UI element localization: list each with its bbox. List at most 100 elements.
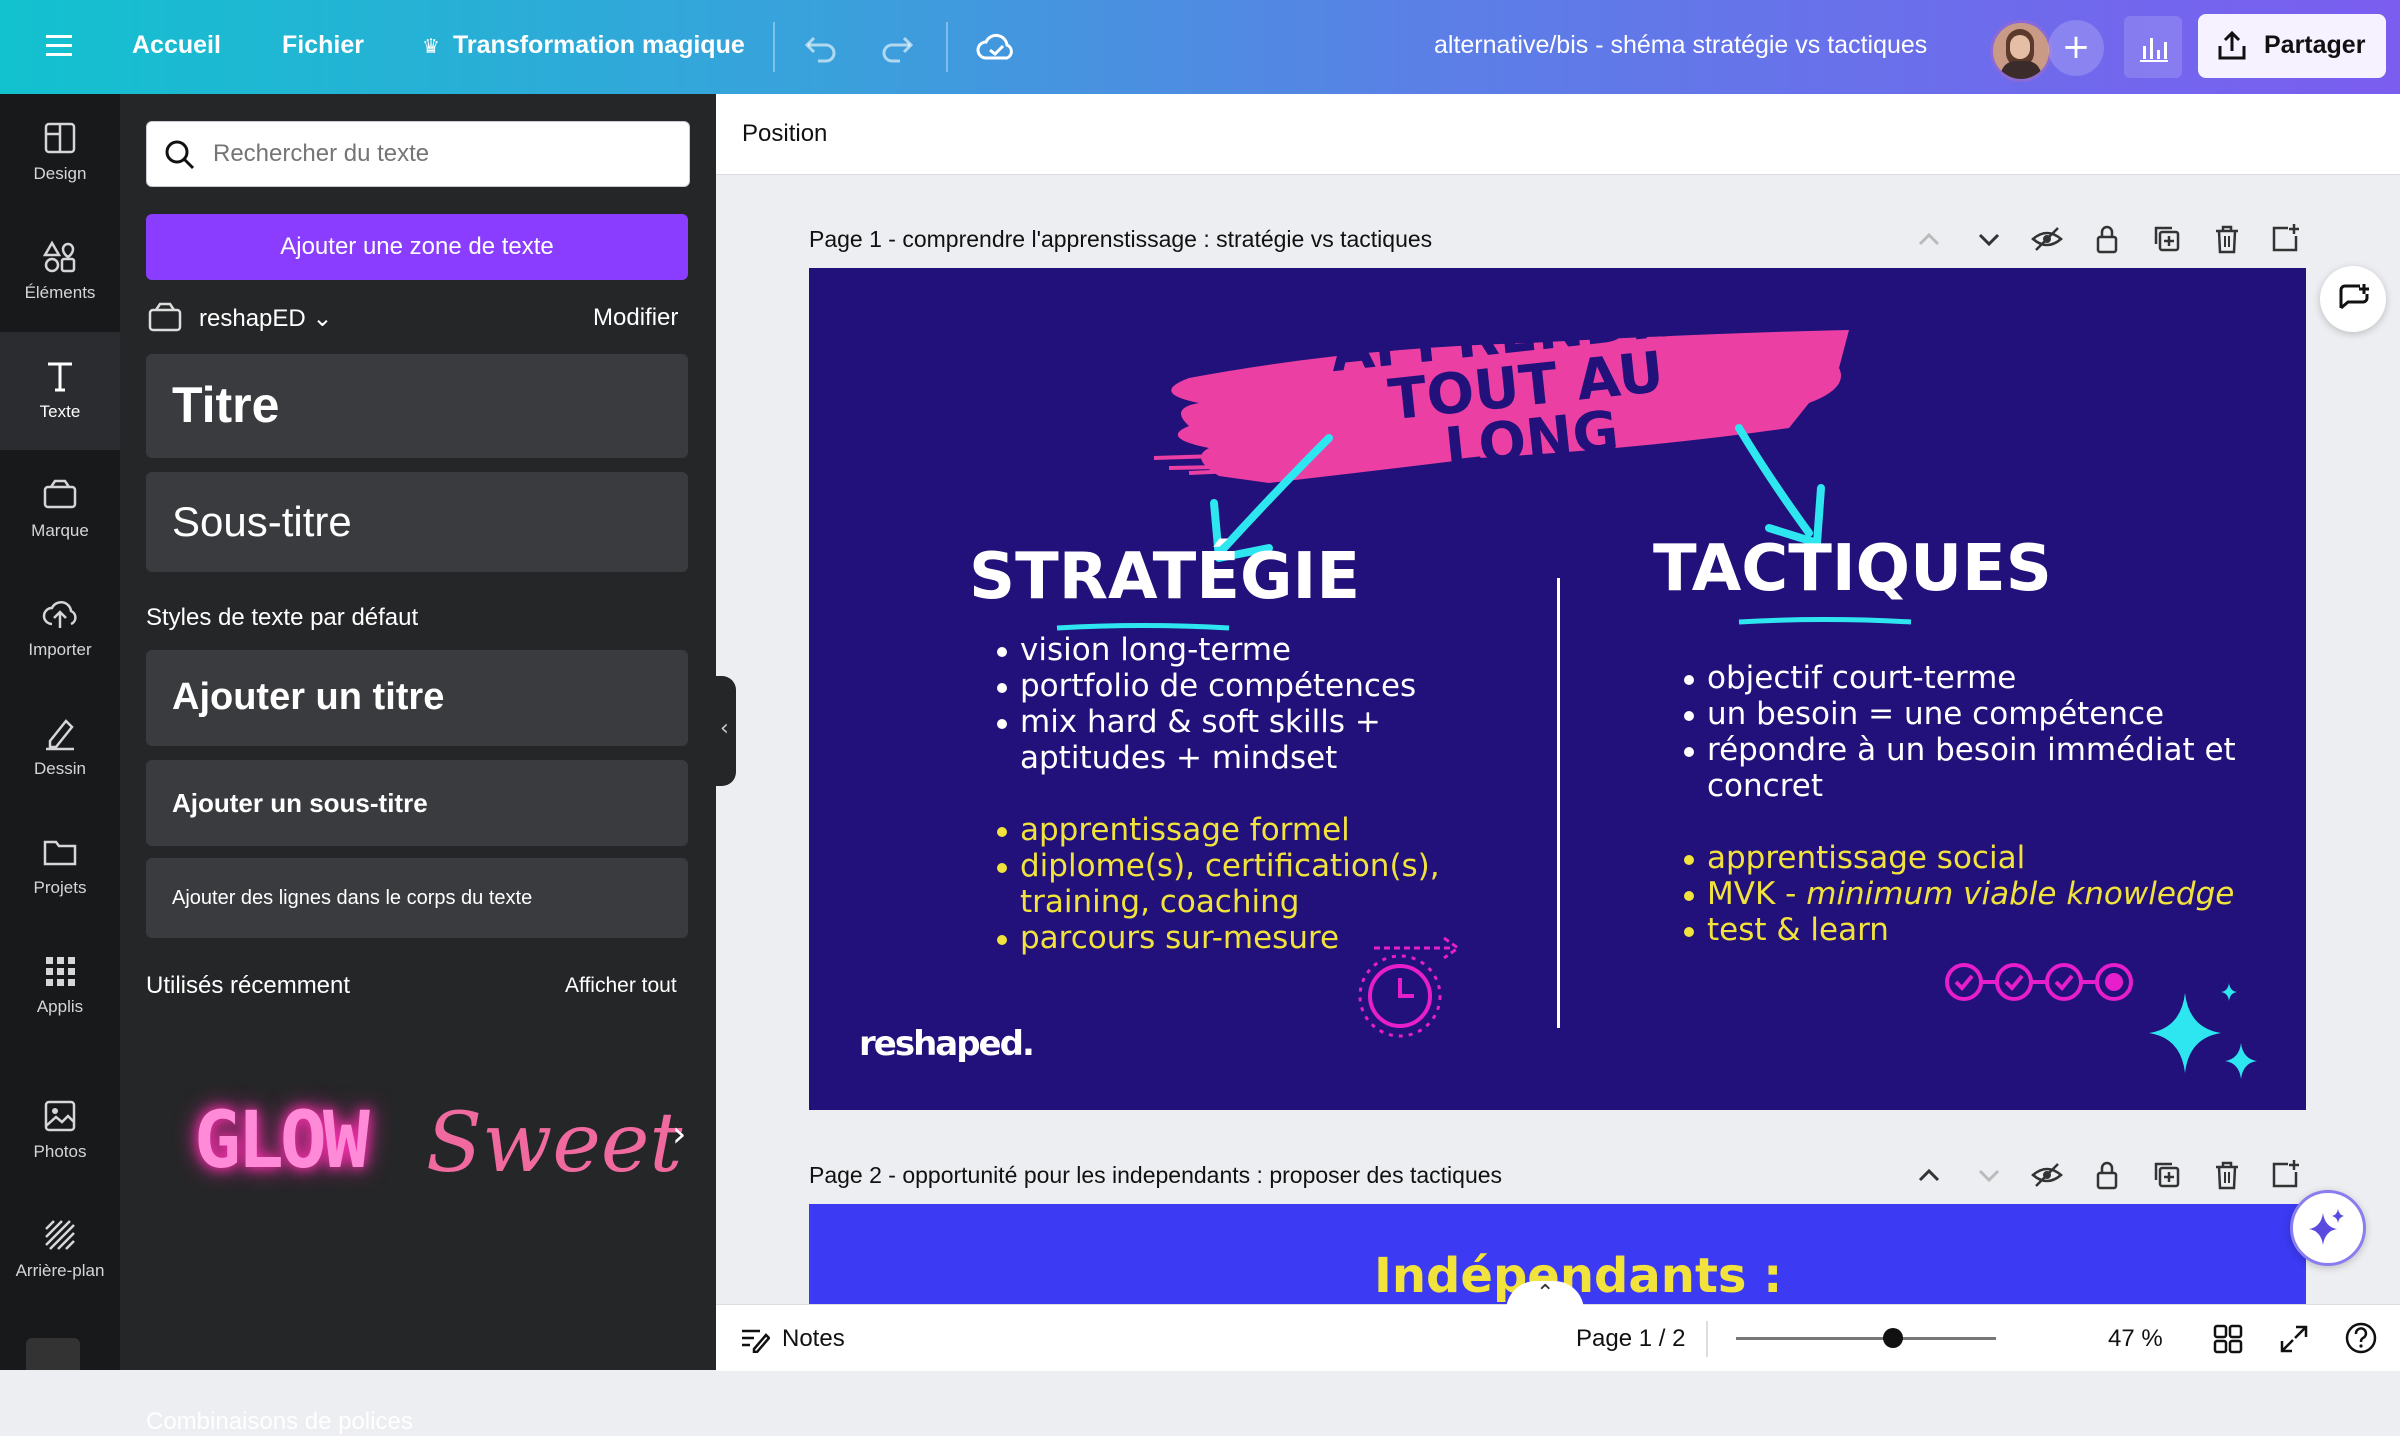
bar-chart-icon: [2140, 38, 2168, 62]
magic-switch-button[interactable]: ♛ Transformation magique: [422, 31, 745, 60]
lock-icon[interactable]: [2090, 222, 2124, 256]
search-box[interactable]: [146, 121, 690, 187]
collapse-panel-handle[interactable]: ‹: [716, 676, 736, 786]
hide-page-icon[interactable]: [2030, 1158, 2064, 1192]
page-1-canvas[interactable]: APPRENDRE TOUT AU LONG DE LA VIE STRATÉG…: [809, 268, 2306, 1110]
delete-page-icon[interactable]: [2210, 1158, 2244, 1192]
brand-title-style[interactable]: Titre: [146, 354, 688, 458]
recently-used-heading: Utilisés récemment: [146, 972, 351, 999]
tactics-title: TACTIQUES: [1653, 532, 2052, 606]
document-title[interactable]: alternative/bis - shéma stratégie vs tac…: [1434, 31, 1927, 60]
page-indicator[interactable]: Page 1 / 2: [1576, 1325, 1685, 1353]
list-item: mix hard & soft skills + aptitudes + min…: [995, 704, 1535, 776]
redo-icon[interactable]: [880, 30, 914, 64]
zoom-level[interactable]: 47 %: [2108, 1325, 2163, 1353]
lock-icon[interactable]: [2090, 1158, 2124, 1192]
zoom-slider-thumb[interactable]: [1883, 1328, 1903, 1348]
add-text-box-button[interactable]: Ajouter une zone de texte: [146, 214, 688, 280]
chevron-up-icon[interactable]: [1912, 224, 1946, 254]
search-icon: [165, 140, 195, 170]
chevron-down-icon: ⌄: [312, 305, 333, 332]
add-heading-button[interactable]: Ajouter un titre: [146, 650, 688, 746]
rail-item-apps[interactable]: Applis: [0, 927, 120, 1045]
duplicate-page-icon[interactable]: [2150, 222, 2184, 256]
draw-icon: [46, 719, 74, 751]
page-2-title[interactable]: Page 2 - opportunité pour les independan…: [809, 1162, 1502, 1189]
crown-icon: ♛: [422, 34, 440, 58]
help-icon[interactable]: [2344, 1321, 2378, 1355]
apps-icon: [46, 957, 75, 986]
recent-font-glow[interactable]: GLOW: [146, 1038, 398, 1238]
duplicate-page-icon[interactable]: [2150, 1158, 2184, 1192]
list-item: apprentissage social: [1682, 840, 2242, 876]
list-item: MVK - minimum viable knowledge: [1682, 876, 2242, 912]
menu-icon[interactable]: [46, 32, 74, 60]
page-1-controls: [1912, 222, 2302, 256]
add-page-icon[interactable]: [2268, 222, 2302, 256]
share-icon: [2218, 30, 2246, 60]
fullscreen-icon[interactable]: [2278, 1323, 2310, 1355]
search-input[interactable]: [211, 132, 675, 176]
chevron-right-icon[interactable]: ›: [672, 1114, 686, 1155]
home-button[interactable]: Accueil: [132, 31, 221, 60]
chevron-down-icon[interactable]: [1972, 1160, 2006, 1190]
recent-font-sweet[interactable]: Sweet: [406, 1038, 682, 1238]
photos-icon: [44, 1100, 76, 1132]
rail-overflow-item[interactable]: [26, 1338, 80, 1370]
chevron-up-icon: ⌃: [1536, 1281, 1555, 1306]
undo-icon[interactable]: [804, 30, 838, 64]
reshaped-logo: reshaped.: [859, 1024, 1035, 1064]
list-item: test & learn: [1682, 912, 2242, 948]
hide-page-icon[interactable]: [2030, 222, 2064, 256]
avatar[interactable]: [1990, 20, 2052, 82]
page-1-title[interactable]: Page 1 - comprendre l'apprenstissage : s…: [809, 226, 1432, 253]
strategy-title: STRATÉGIE: [969, 540, 1361, 614]
rail-item-folder[interactable]: Projets: [0, 808, 120, 926]
timer-arrow-icon: [1358, 936, 1461, 1038]
text-icon: [48, 362, 72, 392]
show-all-link[interactable]: Afficher tout: [565, 974, 677, 998]
rail-item-background[interactable]: Arrière-plan: [0, 1191, 120, 1309]
add-comment-button[interactable]: [2320, 266, 2386, 332]
font-combinations-heading: Combinaisons de polices: [146, 1408, 413, 1435]
list-item: diplome(s), certification(s), training, …: [995, 848, 1495, 920]
chevron-up-icon[interactable]: [1912, 1160, 1946, 1190]
text-panel: Ajouter une zone de texte reshapED ⌄ Mod…: [120, 94, 716, 1435]
position-button[interactable]: Position: [742, 120, 827, 148]
notes-icon: [742, 1329, 770, 1353]
background-icon: [45, 1220, 75, 1250]
chevron-down-icon[interactable]: [1972, 224, 2006, 254]
insights-button[interactable]: [2124, 16, 2182, 78]
bottom-bar: Notes ⌃ Page 1 / 2 47 %: [716, 1281, 2400, 1371]
rail-item-upload[interactable]: Importer: [0, 570, 120, 688]
design-icon: [44, 122, 76, 154]
zoom-slider-track[interactable]: [1736, 1328, 1996, 1348]
tactics-underline: [1738, 617, 1912, 625]
rail-item-text[interactable]: Texte: [0, 332, 120, 450]
share-button[interactable]: Partager: [2198, 14, 2386, 78]
list-item: un besoin = une compétence: [1682, 696, 2242, 732]
elements-icon: [42, 240, 76, 273]
grid-view-icon[interactable]: [2212, 1323, 2244, 1355]
rail-item-draw[interactable]: Dessin: [0, 689, 120, 807]
add-page-icon[interactable]: [2268, 1158, 2302, 1192]
rail-item-elements[interactable]: Éléments: [0, 213, 120, 331]
add-subheading-button[interactable]: Ajouter un sous-titre: [146, 760, 688, 846]
context-toolbar: Position: [716, 94, 2400, 175]
cloud-saved-icon[interactable]: [976, 28, 1016, 64]
add-body-text-button[interactable]: Ajouter des lignes dans le corps du text…: [146, 858, 688, 938]
rail-item-brand[interactable]: Marque: [0, 451, 120, 569]
comment-icon: [2339, 284, 2369, 310]
rail-item-design[interactable]: Design: [0, 94, 120, 212]
brand-subtitle-style[interactable]: Sous-titre: [146, 472, 688, 572]
add-collaborator-icon[interactable]: +: [2048, 20, 2104, 76]
column-divider: [1557, 578, 1560, 1028]
delete-page-icon[interactable]: [2210, 222, 2244, 256]
magic-assistant-button[interactable]: [2290, 1190, 2366, 1266]
chevron-left-icon: ‹: [720, 716, 729, 741]
file-menu-button[interactable]: Fichier: [282, 31, 364, 60]
edit-brand-link[interactable]: Modifier: [593, 304, 678, 332]
page-2-controls: [1912, 1158, 2302, 1192]
rail-item-photos[interactable]: Photos: [0, 1072, 120, 1190]
brand-kit-selector[interactable]: reshapED ⌄: [199, 304, 333, 333]
